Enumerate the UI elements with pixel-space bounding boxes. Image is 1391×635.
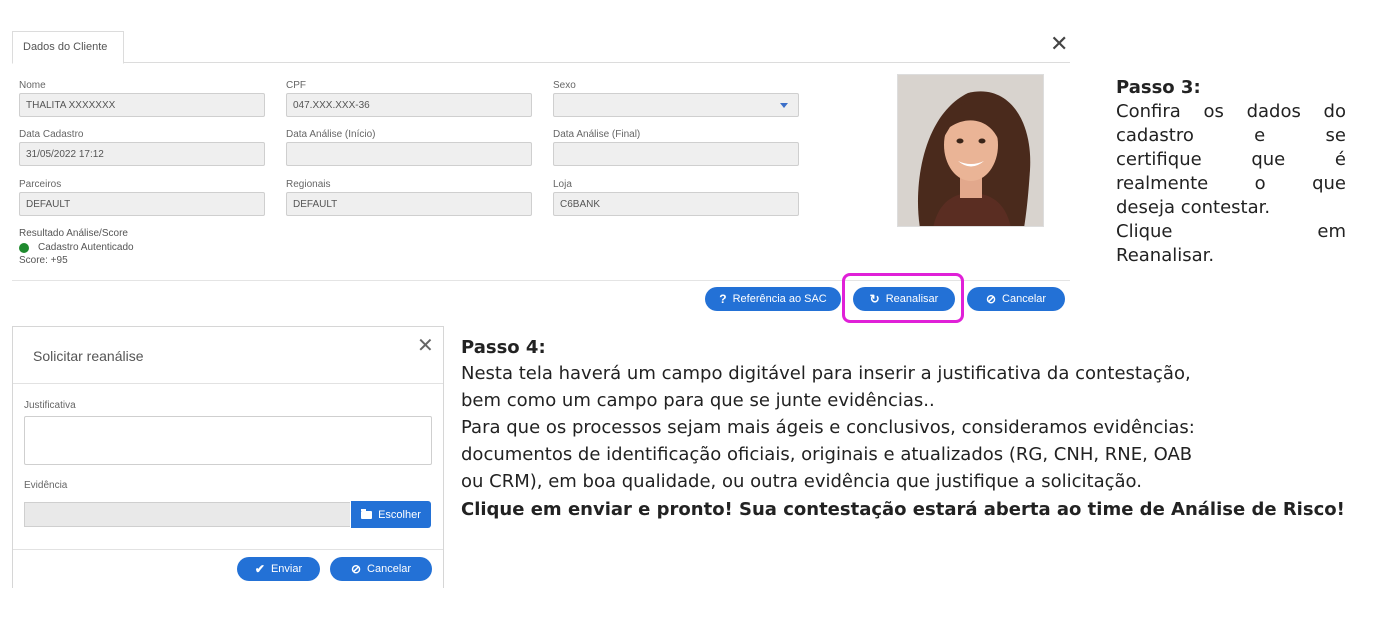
nome-field[interactable]: THALITA XXXXXXX (19, 93, 265, 117)
sexo-select[interactable] (553, 93, 799, 117)
step4-line: ou CRM), em boa qualidade, ou outra evid… (461, 471, 1142, 492)
chevron-down-icon (780, 103, 788, 108)
regionais-label: Regionais (286, 179, 331, 190)
step4-line: bem como um campo para que se junte evid… (461, 390, 935, 411)
enviar-label: Enviar (270, 563, 303, 575)
step4-instructions: Passo 4: Nesta tela haverá um campo digi… (461, 336, 1348, 523)
loja-field[interactable]: C6BANK (553, 192, 799, 216)
reanalisar-highlight (842, 273, 964, 323)
sexo-label: Sexo (553, 80, 576, 91)
data-analise-final-label: Data Análise (Final) (553, 129, 641, 140)
word: que (1312, 173, 1346, 194)
word: é (1334, 149, 1346, 170)
portrait-photo-icon (898, 75, 1043, 226)
word: do (1323, 101, 1346, 122)
tab-strip: Dados do Cliente (12, 28, 1070, 64)
word: Clique (1116, 221, 1173, 242)
data-analise-inicio-label: Data Análise (Início) (286, 129, 376, 140)
word: os (1203, 101, 1224, 122)
word: Confira (1116, 101, 1181, 122)
modal-title: Solicitar reanálise (33, 348, 144, 364)
step3-heading: Passo 3: (1116, 77, 1201, 98)
cpf-field[interactable]: 047.XXX.XXX-36 (286, 93, 532, 117)
modal-cancelar-button[interactable]: ⊘ Cancelar (330, 557, 432, 581)
nome-label: Nome (19, 80, 46, 91)
loja-label: Loja (553, 179, 572, 190)
data-cadastro-field[interactable]: 31/05/2022 17:12 (19, 142, 265, 166)
cancelar-label: Cancelar (1002, 293, 1047, 305)
parceiros-field[interactable]: DEFAULT (19, 192, 265, 216)
word: dados (1246, 101, 1301, 122)
result-label: Resultado Análise/Score (19, 228, 128, 239)
close-icon[interactable]: ✕ (417, 335, 434, 355)
regionais-field[interactable]: DEFAULT (286, 192, 532, 216)
evidencia-file-field[interactable] (24, 502, 350, 527)
referencia-sac-label: Referência ao SAC (732, 293, 827, 305)
cancelar-button[interactable]: ⊘ Cancelar (967, 287, 1065, 311)
referencia-sac-button[interactable]: ? Referência ao SAC (705, 287, 841, 311)
reanalise-modal: Solicitar reanálise ✕ Justificativa Evid… (12, 326, 444, 588)
tab-dados-do-cliente[interactable]: Dados do Cliente (12, 31, 124, 64)
word: certifique (1116, 149, 1202, 170)
data-analise-inicio-field[interactable] (286, 142, 532, 166)
folder-icon (361, 508, 373, 519)
evidencia-label: Evidência (24, 480, 68, 491)
step3-line-1: Confira os dados do (1116, 100, 1346, 124)
word: o (1254, 173, 1266, 194)
help-icon: ? (719, 292, 727, 306)
word: que (1251, 149, 1286, 170)
escolher-button[interactable]: Escolher (351, 501, 431, 528)
data-cadastro-label: Data Cadastro (19, 129, 84, 140)
word: e (1254, 125, 1266, 146)
step3-line-5: deseja contestar. (1116, 196, 1346, 220)
parceiros-label: Parceiros (19, 179, 62, 190)
word: Reanalisar. (1116, 245, 1215, 266)
word: cadastro (1116, 125, 1194, 146)
step3-line-7: Reanalisar. (1116, 244, 1346, 268)
word: realmente (1116, 173, 1209, 194)
ban-icon: ⊘ (985, 292, 997, 306)
step3-line-6: Clique em (1116, 220, 1346, 244)
step3-line-4: realmente o que (1116, 172, 1346, 196)
data-analise-final-field[interactable] (553, 142, 799, 166)
step3-line-3: certifique que é (1116, 148, 1346, 172)
word: se (1325, 125, 1346, 146)
step4-heading: Passo 4: (461, 337, 546, 358)
enviar-button[interactable]: ✔ Enviar (237, 557, 320, 581)
word: em (1317, 221, 1346, 242)
ban-icon: ⊘ (350, 562, 362, 576)
escolher-label: Escolher (378, 508, 421, 521)
close-icon[interactable]: ✕ (1050, 34, 1068, 56)
step4-bold-text: Clique em enviar e pronto! Sua contestaç… (461, 499, 1345, 520)
modal-cancelar-label: Cancelar (367, 563, 412, 575)
step4-line: Nesta tela haverá um campo digitável par… (461, 363, 1191, 384)
cpf-label: CPF (286, 80, 306, 91)
client-photo (897, 74, 1044, 227)
check-icon: ✔ (254, 562, 265, 576)
word: deseja contestar. (1116, 197, 1271, 218)
modal-footer-divider (13, 549, 443, 550)
status-dot-icon (19, 243, 29, 253)
step3-line-2: cadastro e se (1116, 124, 1346, 148)
step3-instructions: Passo 3: Confira os dados do cadastro e … (1116, 76, 1346, 268)
modal-header-divider (13, 383, 443, 384)
score-text: Score: +95 (19, 255, 68, 266)
justificativa-label: Justificativa (24, 400, 76, 411)
justificativa-textarea[interactable] (24, 416, 432, 465)
step4-line: Para que os processos sejam mais ágeis e… (461, 417, 1195, 438)
step4-line: documentos de identificação oficiais, or… (461, 444, 1193, 465)
status-text: Cadastro Autenticado (38, 242, 134, 253)
